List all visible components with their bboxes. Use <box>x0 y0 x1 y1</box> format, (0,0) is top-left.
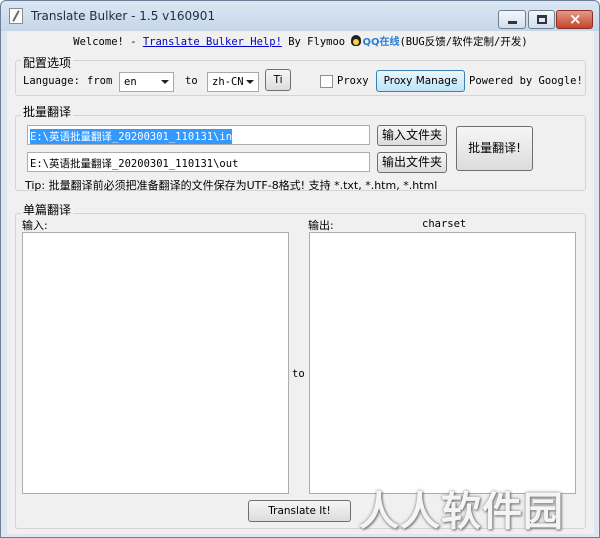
output-textarea[interactable] <box>309 232 576 494</box>
from-language-value: en <box>124 76 137 88</box>
batch-group-title: 批量翻译 <box>21 103 74 120</box>
ti-button[interactable]: Ti <box>265 69 291 91</box>
from-label: from <box>87 75 113 87</box>
close-button[interactable]: × <box>556 10 593 29</box>
qq-online-link[interactable]: QQ在线 <box>351 33 399 48</box>
output-path-value: E:\英语批量翻译_20200301_110131\out <box>30 158 239 170</box>
qq-online-label: QQ在线 <box>362 37 400 48</box>
to-language-select[interactable]: zh-CN <box>207 72 259 92</box>
language-label: Language: <box>23 75 80 87</box>
output-path-field[interactable]: E:\英语批量翻译_20200301_110131\out <box>27 152 370 172</box>
welcome-prefix: Welcome! - <box>73 36 143 48</box>
client-area: Welcome! - Translate Bulker Help! By Fly… <box>7 31 594 534</box>
help-link[interactable]: Translate Bulker Help! <box>143 36 282 48</box>
chevron-down-icon <box>246 80 254 84</box>
translate-it-button[interactable]: Translate It! <box>248 500 351 522</box>
maximize-button[interactable] <box>528 10 555 29</box>
input-folder-button[interactable]: 输入文件夹 <box>377 125 447 146</box>
to-label: to <box>185 75 198 87</box>
welcome-suffix: (BUG反馈/软件定制/开发) <box>399 36 528 48</box>
qq-penguin-icon <box>351 35 362 46</box>
window-title: Translate Bulker - 1.5 v160901 <box>31 9 216 23</box>
proxy-label: Proxy <box>337 75 369 87</box>
app-window: Translate Bulker - 1.5 v160901 × Welcome… <box>0 0 600 538</box>
input-path-value: E:\英语批量翻译_20200301_110131\in <box>30 129 233 144</box>
title-bar[interactable]: Translate Bulker - 1.5 v160901 × <box>1 1 599 31</box>
single-group-title: 单篇翻译 <box>21 201 74 218</box>
welcome-by: By Flymoo <box>281 36 352 48</box>
to-language-value: zh-CN <box>212 76 244 88</box>
input-path-field[interactable]: E:\英语批量翻译_20200301_110131\in <box>27 125 370 145</box>
input-label: 输入: <box>22 219 48 232</box>
input-textarea[interactable] <box>22 232 289 494</box>
output-label: 输出: <box>308 219 334 232</box>
minimize-button[interactable] <box>498 10 526 29</box>
minimize-icon <box>508 21 517 24</box>
charset-label: charset <box>422 218 467 230</box>
welcome-bar: Welcome! - Translate Bulker Help! By Fly… <box>7 33 594 49</box>
watermark-text: 人人软件园 <box>359 489 564 535</box>
app-pen-icon <box>9 8 23 24</box>
proxy-manage-button[interactable]: Proxy Manage <box>376 70 465 92</box>
output-folder-button[interactable]: 输出文件夹 <box>377 152 447 173</box>
close-icon: × <box>569 10 582 28</box>
batch-translate-button[interactable]: 批量翻译! <box>456 126 533 171</box>
proxy-checkbox[interactable] <box>320 75 333 88</box>
from-language-select[interactable]: en <box>119 72 174 92</box>
chevron-down-icon <box>161 80 169 84</box>
batch-tip: Tip: 批量翻译前必须把准备翻译的文件保存为UTF-8格式! 支持 *.txt… <box>25 179 438 192</box>
maximize-icon <box>537 15 547 24</box>
to-arrow-label: to <box>292 368 305 380</box>
config-group-title: 配置选项 <box>21 54 74 71</box>
powered-by-label: Powered by Google! <box>469 75 583 87</box>
